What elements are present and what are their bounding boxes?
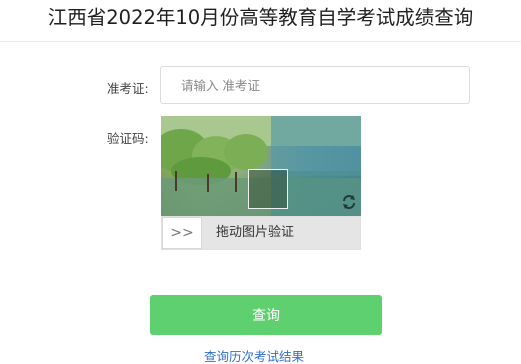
history-results-link[interactable]: 查询历次考试结果: [204, 346, 304, 364]
page-title: 江西省2022年10月份高等教育自学考试成绩查询: [47, 6, 474, 29]
double-chevron-right-icon: >>: [170, 225, 194, 241]
captcha-image: [161, 116, 361, 216]
puzzle-slot: [248, 169, 288, 209]
score-query-page: 江西省2022年10月份高等教育自学考试成绩查询 准考证: 验证码:: [0, 0, 521, 364]
exam-number-label: 准考证:: [107, 81, 149, 96]
query-button[interactable]: 查询: [150, 295, 382, 335]
exam-number-input[interactable]: [160, 66, 470, 104]
slider-instruction: 拖动图片验证: [216, 225, 295, 240]
title-divider: [0, 41, 521, 42]
captcha-slider: >> 拖动图片验证: [161, 216, 361, 250]
slider-handle[interactable]: >>: [162, 217, 202, 249]
refresh-icon[interactable]: [341, 194, 357, 210]
captcha-label: 验证码:: [107, 131, 149, 146]
